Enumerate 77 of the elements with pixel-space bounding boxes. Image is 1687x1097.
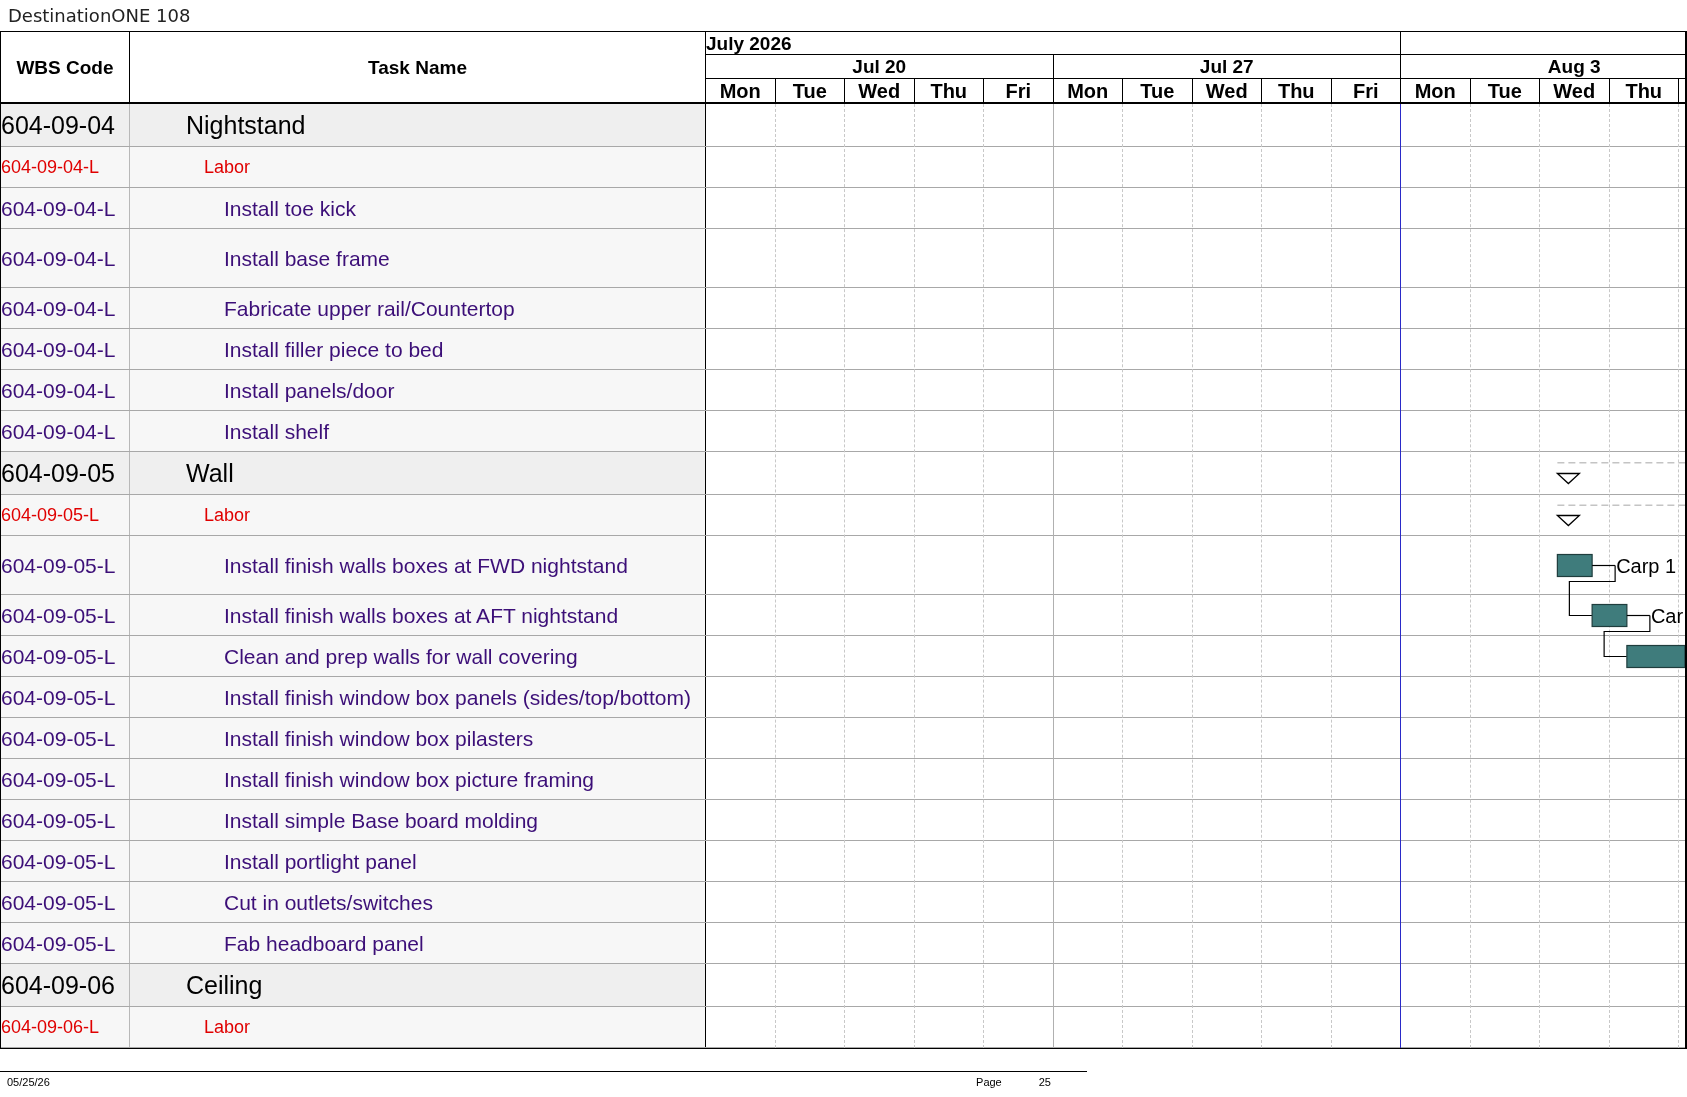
wbs-code-cell: 604-09-04-L (1, 329, 130, 369)
day-header: Wed (845, 79, 915, 102)
day-header: Wed (1192, 79, 1262, 102)
task-name-cell: Install shelf (130, 411, 706, 451)
wbs-code-cell: 604-09-05-L (1, 536, 130, 594)
task-name-cell: Install finish window box pilasters (130, 718, 706, 758)
wbs-code-cell: 604-09-04-L (1, 288, 130, 328)
day-header: Tue (775, 79, 845, 102)
task-bar (1626, 644, 1685, 669)
task-name-cell: Install finish window box picture framing (130, 759, 706, 799)
task-bar (1556, 553, 1593, 578)
wbs-code-cell: 604-09-04-L (1, 147, 130, 187)
wbs-code-cell: 604-09-05-L (1, 718, 130, 758)
wbs-code-cell: 604-09-05-L (1, 759, 130, 799)
day-header: Fri (1331, 79, 1401, 102)
task-name-cell: Cut in outlets/switches (130, 882, 706, 922)
wbs-code-cell: 604-09-04-L (1, 411, 130, 451)
task-name-cell: Fabricate upper rail/Countertop (130, 288, 706, 328)
resource-label: Carp 1 (1616, 554, 1677, 577)
task-bar (1591, 603, 1628, 628)
day-header: Wed (1540, 79, 1610, 102)
day-header: Thu (1262, 79, 1332, 102)
wbs-code-cell: 604-09-05-L (1, 636, 130, 676)
task-name-cell: Nightstand (130, 104, 706, 146)
task-name-cell: Install simple Base board molding (130, 800, 706, 840)
day-header: Mon (1401, 79, 1471, 102)
document-title: DestinationONE 108 (8, 6, 191, 25)
week-header: Jul 20 (706, 55, 1054, 78)
task-name-cell: Install finish walls boxes at AFT nightstand (130, 595, 706, 635)
task-name-cell: Install toe kick (130, 188, 706, 228)
column-header: WBS Code (1, 32, 130, 102)
task-name-cell: Fab headboard panel (130, 923, 706, 963)
task-name-cell: Install filler piece to bed (130, 329, 706, 369)
task-name-cell: Labor (130, 495, 706, 535)
leader-line (1626, 614, 1651, 617)
wbs-code-cell: 604-09-06-L (1, 1007, 130, 1047)
wbs-code-cell: 604-09-06 (1, 964, 130, 1006)
week-header: Jul 27 (1053, 55, 1401, 78)
wbs-code-cell: 604-09-05-L (1, 882, 130, 922)
task-name-cell: Wall (130, 452, 706, 494)
day-header: Thu (914, 79, 984, 102)
dependency-line (1603, 614, 1651, 658)
task-name-cell: Labor (130, 147, 706, 187)
wbs-code-cell: 604-09-05-L (1, 595, 130, 635)
task-name-cell: Clean and prep walls for wall covering (130, 636, 706, 676)
task-name-cell: Install finish window box panels (sides/top/bottom) (130, 677, 706, 717)
page-label: Page (976, 1077, 1002, 1088)
day-header: Tue (1123, 79, 1193, 102)
wbs-code-cell: 604-09-05-L (1, 800, 130, 840)
wbs-code-cell: 604-09-05-L (1, 923, 130, 963)
task-name-cell: Install base frame (130, 229, 706, 287)
day-header: Tue (1470, 79, 1540, 102)
dependency-line (1568, 564, 1616, 617)
wbs-code-cell: 604-09-04-L (1, 370, 130, 410)
day-header: Mon (706, 79, 776, 102)
task-name-cell: Install panels/door (130, 370, 706, 410)
wbs-code-cell: 604-09-04-L (1, 188, 130, 228)
day-header: Fri (984, 79, 1054, 102)
wbs-code-cell: 604-09-05 (1, 452, 130, 494)
wbs-code-cell: 604-09-05-L (1, 841, 130, 881)
wbs-code-cell: 604-09-05-L (1, 495, 130, 535)
task-name-cell: Install portlight panel (130, 841, 706, 881)
task-name-cell: Ceiling (130, 964, 706, 1006)
week-header: Aug 3 (1401, 55, 1685, 78)
wbs-code-cell: 604-09-04 (1, 104, 130, 146)
print-date: 05/25/26 (6, 1077, 50, 1088)
leader-line (1591, 564, 1616, 567)
column-header: Task Name (130, 32, 706, 102)
page-number: 25 (1038, 1077, 1051, 1088)
day-header: Mon (1053, 79, 1123, 102)
task-name-cell: Labor (130, 1007, 706, 1047)
wbs-code-cell: 604-09-05-L (1, 677, 130, 717)
day-header: Thu (1609, 79, 1679, 102)
resource-label: Car (1650, 604, 1684, 627)
task-name-cell: Install finish walls boxes at FWD nightstand (130, 536, 706, 594)
month-header: July 2026 (706, 32, 1401, 54)
wbs-code-cell: 604-09-04-L (1, 229, 130, 287)
